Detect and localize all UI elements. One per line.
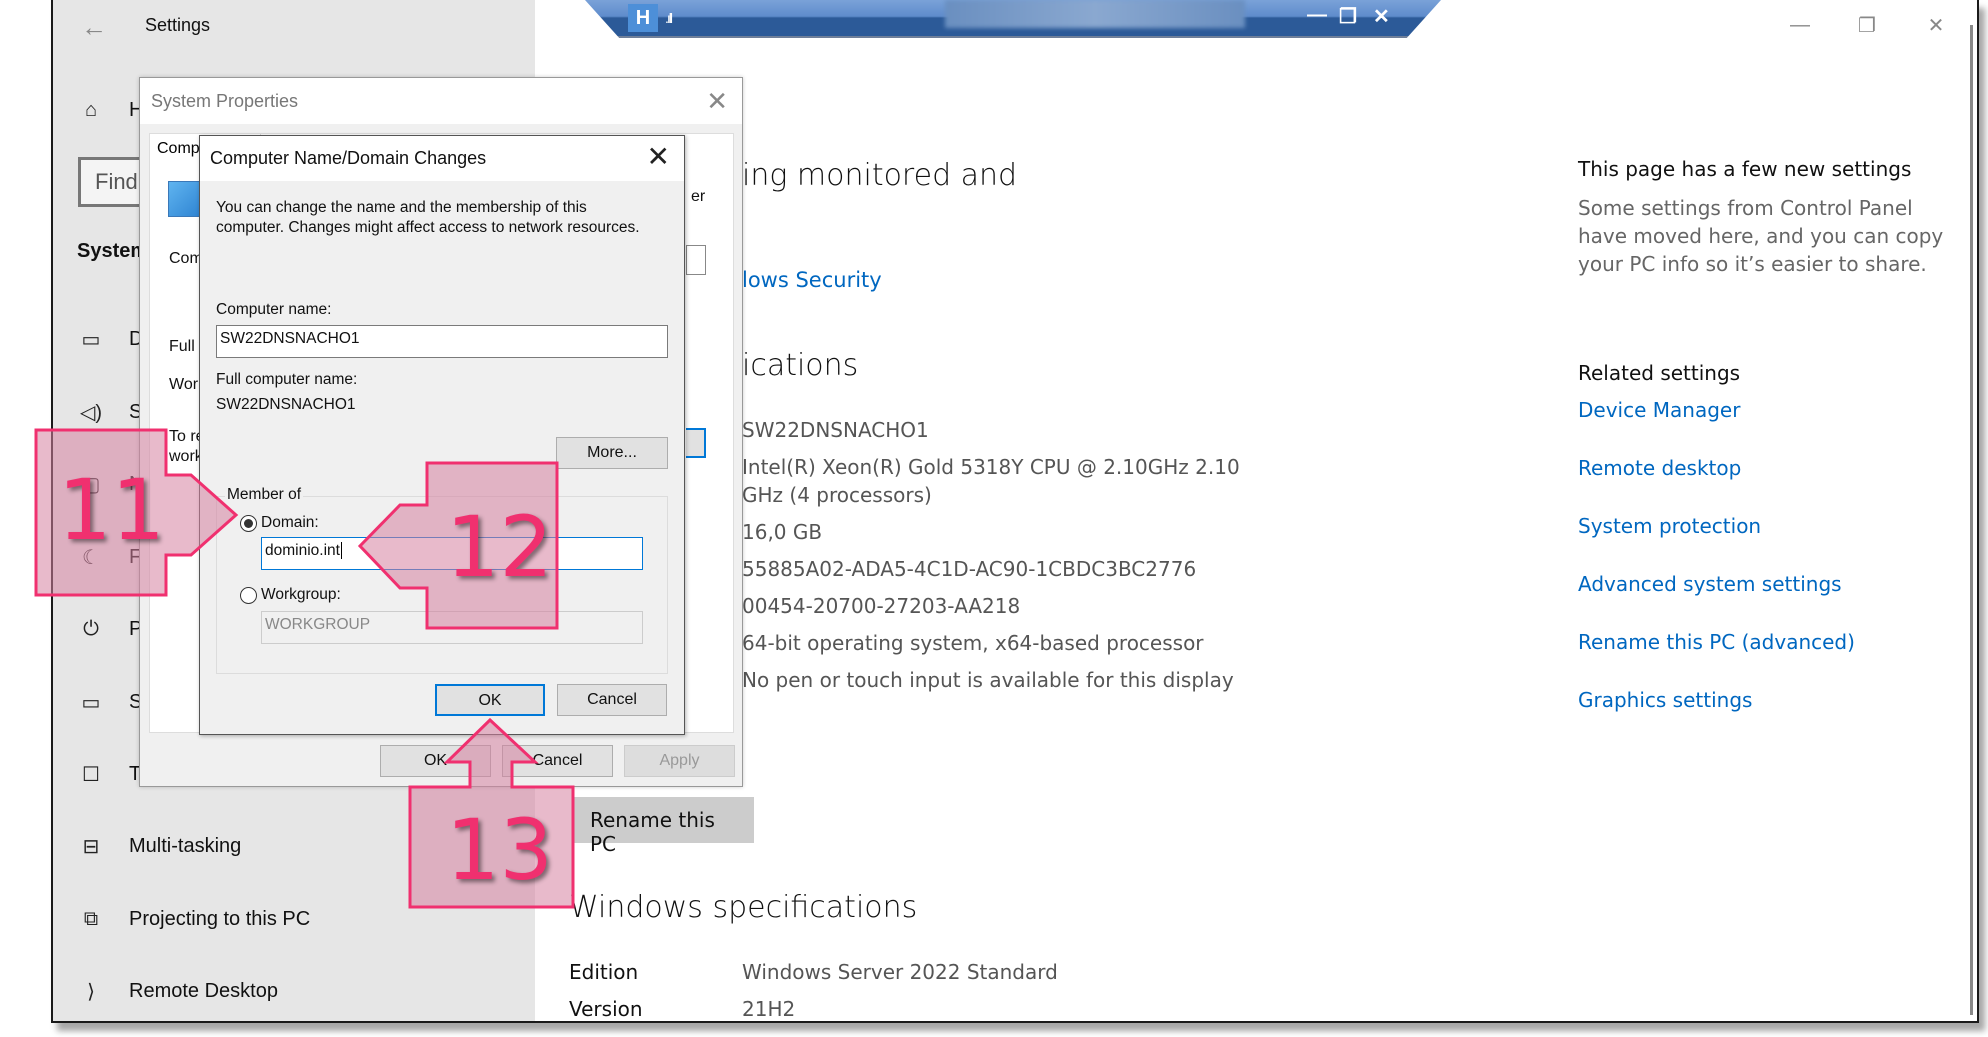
close-button[interactable]: ✕ xyxy=(1906,0,1966,50)
domain-radio[interactable] xyxy=(240,515,257,532)
graphics-settings-link[interactable]: Graphics settings xyxy=(1578,688,1752,712)
sidebar-item-remote-desktop[interactable]: ⟩ Remote Desktop xyxy=(77,977,278,1005)
display-icon: ▭ xyxy=(81,328,101,351)
remote-restore-button[interactable]: ❐ xyxy=(1339,4,1357,29)
cancel-button[interactable]: Cancel xyxy=(557,684,667,716)
domain-changes-dialog: Computer Name/Domain Changes ✕ You can c… xyxy=(199,135,685,735)
advanced-system-settings-link[interactable]: Advanced system settings xyxy=(1578,572,1842,596)
remote-minimize-button[interactable]: — xyxy=(1307,4,1327,27)
pin-icon[interactable]: H xyxy=(628,4,658,32)
maximize-button[interactable]: ❐ xyxy=(1837,0,1897,50)
window-title: Settings xyxy=(145,15,211,35)
remote-desktop-link[interactable]: Remote desktop xyxy=(1578,456,1741,480)
dialog-title: Computer Name/Domain Changes xyxy=(200,136,684,181)
rename-fragment-2: work xyxy=(169,448,203,465)
power-icon: ⏻ xyxy=(83,617,99,640)
sidebar-item-display[interactable]: ▭ Di xyxy=(77,325,148,353)
apply-button[interactable]: Apply xyxy=(624,745,735,777)
description-line: You can change the name and the membersh… xyxy=(216,199,587,216)
home-icon: ⌂ xyxy=(84,98,98,121)
minimize-button[interactable]: — xyxy=(1770,0,1830,50)
sidebar-item-notifications[interactable]: ▢ N xyxy=(77,470,144,498)
sidebar-item-label: Projecting to this PC xyxy=(129,907,311,930)
focus-assist-icon: ☾ xyxy=(82,546,100,569)
storage-icon: ▭ xyxy=(81,691,101,714)
projecting-icon: ⧉ xyxy=(83,907,99,930)
sidebar-item-label: Remote Desktop xyxy=(129,979,278,1002)
spec-device-name: SW22DNSNACHO1 xyxy=(742,418,929,442)
scrollbar[interactable] xyxy=(1970,25,1973,1015)
signal-icon: .ıll xyxy=(665,10,673,26)
sidebar-item-storage[interactable]: ▭ St xyxy=(77,688,148,716)
spec-device-id: 55885A02-ADA5-4C1D-AC90-1CBDC3BC2776 xyxy=(742,557,1197,581)
windows-security-link[interactable]: lows Security xyxy=(742,268,882,292)
edition-value: Windows Server 2022 Standard xyxy=(742,960,1058,984)
back-arrow-icon[interactable]: ← xyxy=(81,12,107,43)
spec-system-type: 64-bit operating system, x64-based proce… xyxy=(742,631,1204,655)
new-settings-desc-line: Some settings from Control Panel xyxy=(1578,196,1913,220)
version-value: 21H2 xyxy=(742,997,796,1021)
workgroup-radio[interactable] xyxy=(240,587,257,604)
cancel-button[interactable]: Cancel xyxy=(502,745,613,777)
tablet-icon: ☐ xyxy=(82,763,100,786)
ok-button[interactable]: OK xyxy=(380,745,491,777)
device-specs-heading: ications xyxy=(742,348,859,383)
full-name-value: SW22DNSNACHO1 xyxy=(216,396,356,413)
close-icon[interactable]: ✕ xyxy=(706,86,728,117)
sidebar-item-multitasking[interactable]: ⊟ Multi-tasking xyxy=(77,832,242,860)
device-manager-link[interactable]: Device Manager xyxy=(1578,398,1740,422)
spec-processor: Intel(R) Xeon(R) Gold 5318Y CPU @ 2.10GH… xyxy=(742,455,1240,479)
page-heading-fragment: ing monitored and xyxy=(742,158,1018,193)
workgroup-label: Workgroup: xyxy=(261,586,341,603)
related-settings-title: Related settings xyxy=(1578,361,1741,385)
description-line: computer. Changes might affect access to… xyxy=(216,219,640,236)
spec-processor-cont: GHz (4 processors) xyxy=(742,483,932,507)
notifications-icon: ▢ xyxy=(81,473,101,496)
network-id-fragment: er xyxy=(691,188,706,205)
section-title: System xyxy=(77,240,149,262)
main-content xyxy=(535,0,1977,1021)
new-settings-desc-line: have moved here, and you can copy xyxy=(1578,224,1944,248)
sidebar-item-label: Multi-tasking xyxy=(129,834,242,857)
remote-desktop-icon: ⟩ xyxy=(87,980,95,1003)
new-settings-title: This page has a few new settings xyxy=(1578,157,1912,181)
workgroup-input[interactable]: WORKGROUP xyxy=(261,611,643,644)
description-fragment: Com xyxy=(169,250,203,267)
connection-name-redacted xyxy=(945,0,1245,28)
spec-product-id: 00454-20700-27203-AA218 xyxy=(742,594,1021,618)
sidebar-item-home[interactable]: ⌂ H xyxy=(77,96,144,124)
multitasking-icon: ⊟ xyxy=(82,835,100,858)
dialog-title: System Properties xyxy=(140,78,742,124)
member-of-label: Member of xyxy=(225,486,304,504)
domain-input-value: dominio.int xyxy=(265,542,340,559)
sidebar-item-projecting[interactable]: ⧉ Projecting to this PC xyxy=(77,905,310,933)
ok-button[interactable]: OK xyxy=(435,684,545,716)
spec-pen-touch: No pen or touch input is available for t… xyxy=(742,668,1234,692)
remote-connection-bar: H .ıll — ❐ ✕ xyxy=(585,0,1441,38)
rename-pc-advanced-link[interactable]: Rename this PC (advanced) xyxy=(1578,630,1855,654)
text-cursor xyxy=(340,542,342,559)
more-button[interactable]: More... xyxy=(556,437,668,469)
change-button[interactable] xyxy=(686,428,706,458)
computer-name-label: Computer name: xyxy=(216,301,332,318)
spec-ram: 16,0 GB xyxy=(742,520,823,544)
full-name-label: Full computer name: xyxy=(216,371,358,388)
sound-icon: ◁) xyxy=(79,401,103,424)
windows-specs-heading: Windows specifications xyxy=(569,890,918,925)
system-protection-link[interactable]: System protection xyxy=(1578,514,1761,538)
domain-input[interactable]: dominio.int xyxy=(261,537,643,570)
new-settings-desc-line: your PC info so it’s easier to share. xyxy=(1578,252,1927,276)
remote-close-button[interactable]: ✕ xyxy=(1373,4,1390,29)
computer-name-input[interactable]: SW22DNSNACHO1 xyxy=(216,325,668,358)
edition-label: Edition xyxy=(569,960,639,984)
rename-pc-button[interactable]: Rename this PC xyxy=(572,797,754,856)
domain-label: Domain: xyxy=(261,514,319,531)
version-label: Version xyxy=(569,997,643,1021)
close-icon[interactable]: ✕ xyxy=(647,140,670,173)
description-field[interactable] xyxy=(686,245,706,275)
